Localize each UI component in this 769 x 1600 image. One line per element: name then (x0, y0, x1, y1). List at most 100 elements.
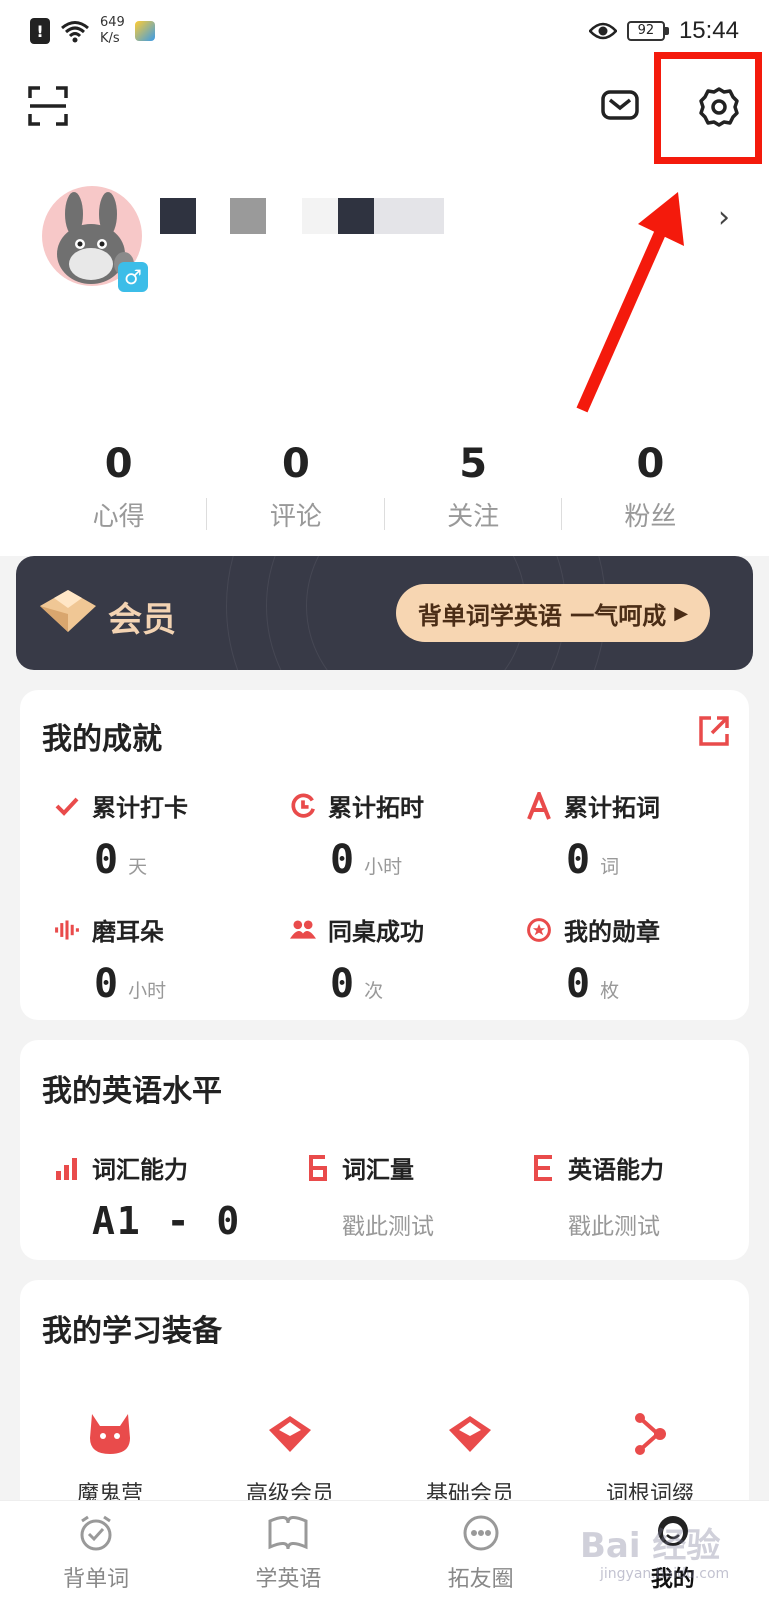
vip-banner[interactable]: 会员 背单词学英语 一气呵成 ▶ (16, 556, 753, 670)
nav-label: 学英语 (255, 1567, 322, 1592)
achievement-medals[interactable]: 我的勋章 0 枚 (526, 912, 756, 1022)
stat-value: 0 (104, 441, 133, 487)
battery-icon: 92 (626, 21, 669, 41)
nav-label: 背单词 (63, 1567, 130, 1592)
wifi-icon (60, 19, 90, 43)
stat-notes[interactable]: 0 心得 (30, 440, 208, 533)
annotation-arrow (576, 192, 684, 413)
achievement-label: 累计打卡 (92, 794, 188, 822)
stats-row: 0 心得 0 评论 5 关注 0 粉丝 (30, 440, 739, 533)
medal-icon (526, 917, 552, 943)
achievement-value: 0 (94, 837, 119, 883)
nav-item-words[interactable]: 背单词 (0, 1501, 192, 1600)
net-speed-value: 649 (100, 15, 125, 30)
book-icon (192, 1511, 384, 1555)
letter-a-icon (526, 791, 552, 820)
achievement-unit: 枚 (600, 980, 620, 1002)
achievement-label: 同桌成功 (328, 918, 424, 946)
vip-title: 会员 (108, 600, 176, 640)
equipment-title: 我的学习装备 (42, 1314, 222, 1349)
eye-icon (588, 21, 617, 41)
bar-chart-icon (54, 1155, 80, 1181)
achievement-unit: 天 (128, 856, 148, 878)
gem-icon (380, 1404, 560, 1464)
vip-cta-label: 背单词学英语 一气呵成 (417, 601, 667, 630)
alarm-clock-icon (0, 1511, 192, 1555)
letter-e-icon (530, 1154, 556, 1181)
digit-six-icon (304, 1154, 330, 1181)
achievement-unit: 小时 (364, 856, 403, 878)
watermark-url: jingyan.baidu.com (600, 1566, 730, 1582)
mail-icon[interactable] (600, 88, 640, 124)
achievement-label: 我的勋章 (564, 918, 660, 946)
people-icon (290, 917, 316, 943)
nav-label: 拓友圈 (447, 1567, 514, 1592)
devil-icon (20, 1404, 200, 1464)
level-vocab-ability[interactable]: 词汇能力 A1 - 0 (54, 1150, 284, 1243)
play-triangle-icon: ▶ (674, 602, 689, 624)
gender-male-icon: ♂ (118, 262, 148, 292)
app-notification-icon (134, 21, 155, 41)
english-level-title: 我的英语水平 (42, 1074, 222, 1109)
achievement-checkin[interactable]: 累计打卡 0 天 (54, 788, 284, 898)
stat-value: 0 (281, 441, 310, 487)
achievement-value: 0 (94, 961, 119, 1007)
achievement-unit: 次 (364, 980, 384, 1002)
tree-icon (560, 1404, 740, 1464)
level-label: 词汇能力 (92, 1156, 188, 1184)
level-test-link[interactable]: 戳此测试 (568, 1207, 760, 1241)
achievement-value: 0 (330, 837, 355, 883)
check-icon (54, 793, 80, 819)
nav-item-mine[interactable]: 我的 (577, 1501, 769, 1600)
achievements-title: 我的成就 (42, 722, 162, 757)
username-redacted (160, 198, 444, 234)
achievement-time[interactable]: 累计拓时 0 小时 (290, 788, 520, 898)
stat-following[interactable]: 5 关注 (385, 440, 562, 533)
level-label: 英语能力 (568, 1156, 664, 1184)
gem-icon (200, 1404, 380, 1464)
stat-value: 0 (636, 441, 665, 487)
achievements-card: 我的成就 累计打卡 0 天 累计拓时 0 小时 累计拓词 0 词 磨耳朵 0 小… (20, 690, 749, 1020)
level-value: A1 - 0 (92, 1199, 242, 1243)
equipment-roots-affixes[interactable]: 词根词缀 (560, 1404, 740, 1508)
vip-diamond-icon (40, 590, 96, 632)
share-external-icon[interactable] (697, 714, 731, 752)
stat-label: 粉丝 (624, 502, 677, 532)
alert-icon: ! (30, 18, 50, 44)
achievement-value: 0 (566, 837, 591, 883)
achievement-value: 0 (566, 961, 591, 1007)
bottom-navigation: 背单词 学英语 拓友圈 我的 (0, 1500, 769, 1600)
stat-label: 心得 (92, 502, 145, 532)
level-english-ability[interactable]: 英语能力 戳此测试 (530, 1150, 760, 1241)
equipment-devil-camp[interactable]: 魔鬼营 (20, 1404, 200, 1508)
profile-chevron-icon[interactable]: › (718, 200, 730, 235)
achievement-label: 累计拓时 (328, 794, 424, 822)
scan-icon[interactable] (28, 86, 68, 126)
stat-value: 5 (459, 441, 488, 487)
net-speed-unit: K/s (100, 31, 120, 46)
vip-cta-button[interactable]: 背单词学英语 一气呵成 ▶ (396, 584, 710, 642)
equipment-premium-vip[interactable]: 高级会员 (200, 1404, 380, 1508)
achievement-words[interactable]: 累计拓词 0 词 (526, 788, 756, 898)
annotation-highlight-box (654, 52, 762, 164)
stat-label: 评论 (269, 502, 322, 532)
achievement-value: 0 (330, 961, 355, 1007)
net-speed: 649 K/s (100, 15, 125, 47)
achievement-listening[interactable]: 磨耳朵 0 小时 (54, 912, 284, 1022)
achievement-deskmate[interactable]: 同桌成功 0 次 (290, 912, 520, 1022)
nav-item-community[interactable]: 拓友圈 (385, 1501, 577, 1600)
battery-level: 92 (626, 21, 665, 41)
stat-comments[interactable]: 0 评论 (207, 440, 385, 533)
nav-item-learn-english[interactable]: 学英语 (192, 1501, 384, 1600)
equipment-basic-vip[interactable]: 基础会员 (380, 1404, 560, 1508)
achievement-unit: 词 (600, 856, 620, 878)
level-test-link[interactable]: 戳此测试 (342, 1207, 534, 1241)
clock: 15:44 (678, 17, 739, 44)
stat-followers[interactable]: 0 粉丝 (562, 440, 739, 533)
achievement-label: 累计拓词 (564, 794, 660, 822)
person-icon (577, 1511, 769, 1555)
achievement-label: 磨耳朵 (92, 918, 164, 946)
stat-label: 关注 (447, 502, 500, 532)
level-vocab-size[interactable]: 词汇量 戳此测试 (304, 1150, 534, 1241)
soundwave-icon (54, 917, 80, 943)
